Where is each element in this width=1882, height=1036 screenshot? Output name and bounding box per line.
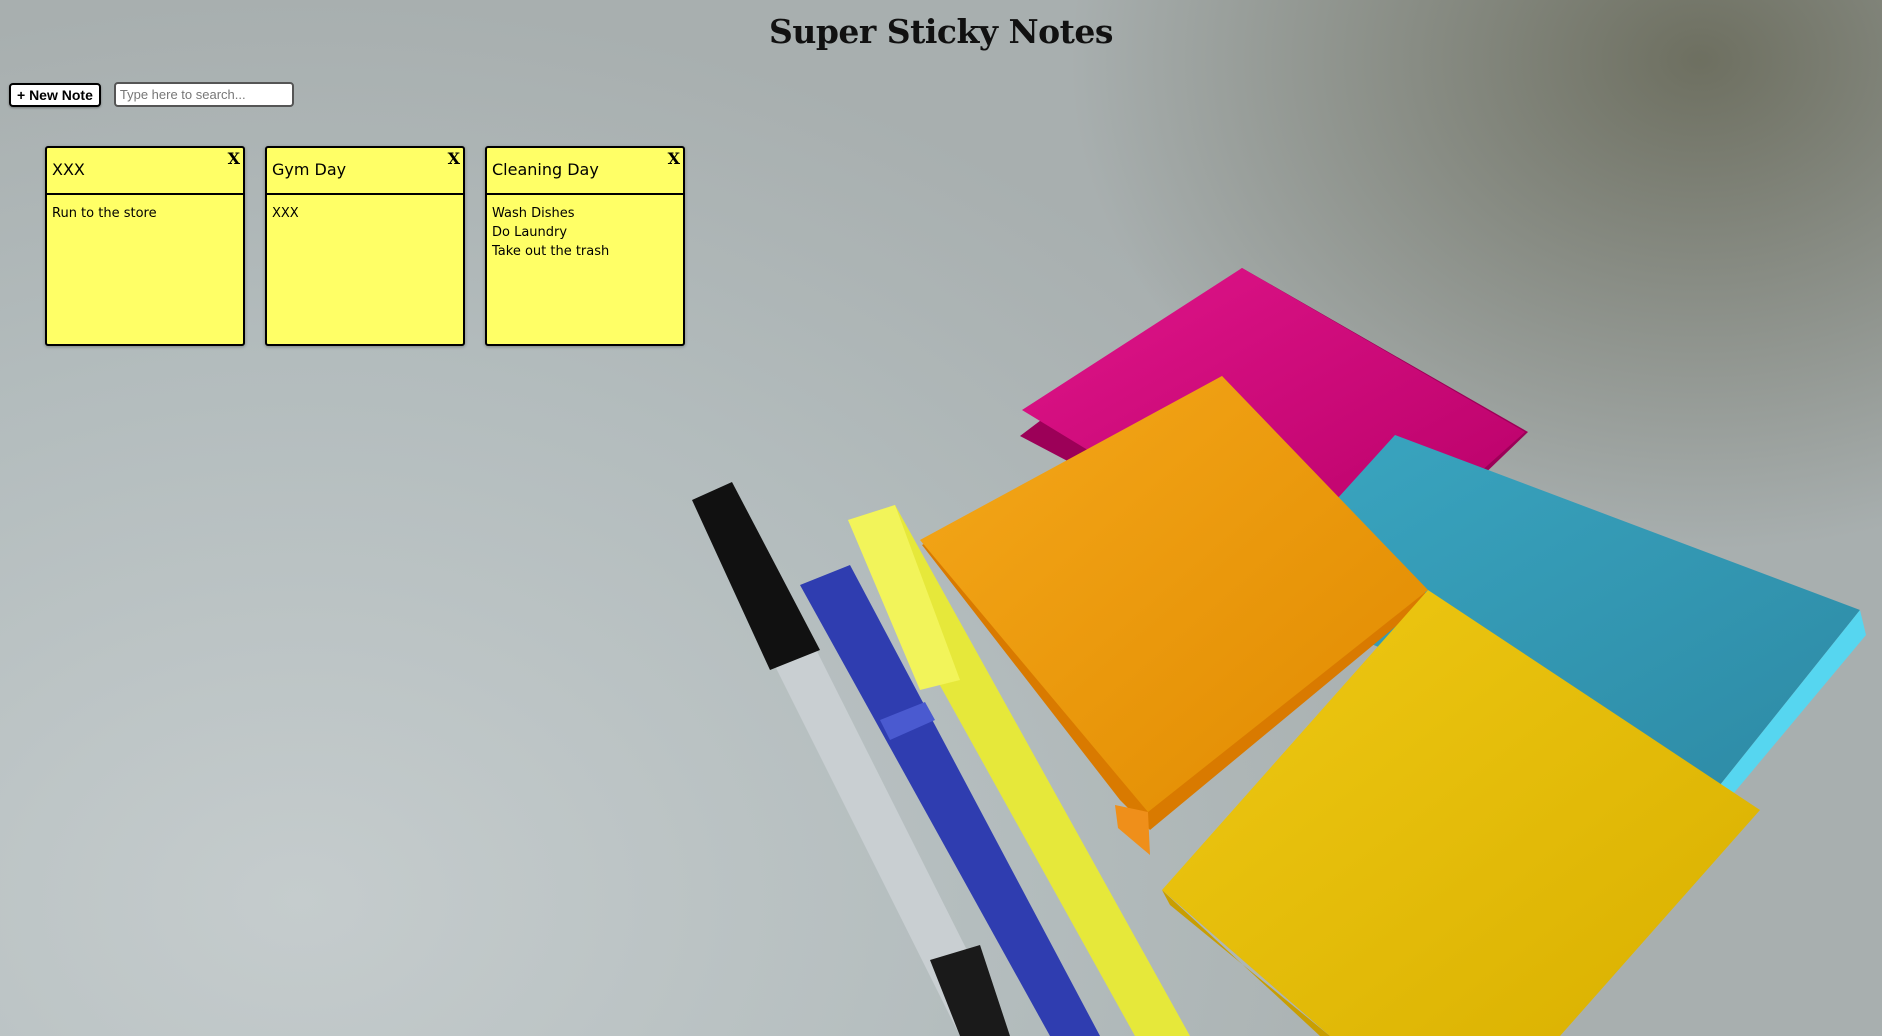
app-title: Super Sticky Notes bbox=[769, 12, 1114, 51]
sticky-note: Cleaning Day X Wash Dishes Do Laundry Ta… bbox=[485, 146, 685, 346]
note-header: Cleaning Day X bbox=[487, 148, 683, 195]
note-title-input[interactable]: Cleaning Day bbox=[492, 160, 599, 179]
search-input[interactable] bbox=[113, 82, 294, 107]
note-line: Wash Dishes bbox=[492, 206, 575, 221]
note-body-textarea[interactable]: XXX bbox=[267, 195, 463, 232]
delete-note-button[interactable]: X bbox=[668, 151, 680, 167]
sticky-note: XXX X Run to the store bbox=[45, 146, 245, 346]
note-body-textarea[interactable]: Wash Dishes Do Laundry Take out the tras… bbox=[487, 195, 683, 270]
note-body-textarea[interactable]: Run to the store bbox=[47, 195, 243, 232]
note-line: Do Laundry bbox=[492, 225, 568, 240]
note-title-input[interactable]: Gym Day bbox=[272, 160, 346, 179]
note-line: Take out the trash bbox=[492, 244, 610, 259]
note-line: XXX bbox=[272, 206, 299, 221]
note-line: Run to the store bbox=[52, 206, 157, 221]
new-note-button[interactable]: + New Note bbox=[9, 82, 101, 107]
note-header: Gym Day X bbox=[267, 148, 463, 195]
note-title-input[interactable]: XXX bbox=[52, 160, 85, 179]
note-header: XXX X bbox=[47, 148, 243, 195]
delete-note-button[interactable]: X bbox=[448, 151, 460, 167]
sticky-note: Gym Day X XXX bbox=[265, 146, 465, 346]
notes-list: XXX X Run to the store Gym Day X XXX Cle… bbox=[45, 146, 685, 346]
delete-note-button[interactable]: X bbox=[228, 151, 240, 167]
toolbar: + New Note bbox=[9, 82, 294, 107]
